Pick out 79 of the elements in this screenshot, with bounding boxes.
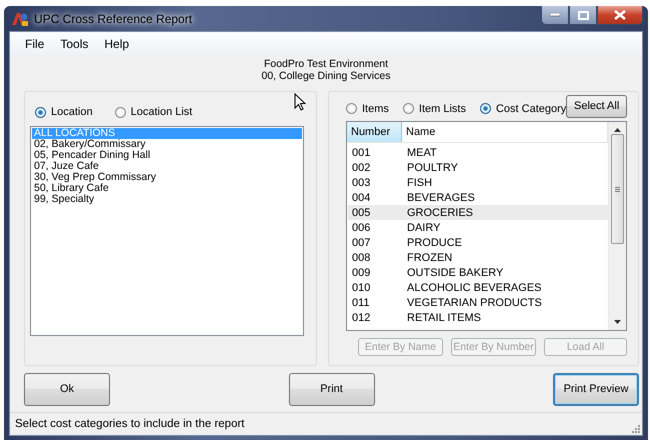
radio-indicator[interactable]: [35, 106, 46, 118]
location-list[interactable]: ALL LOCATIONS 02, Bakery/Commissary 05, Pencader Dining Hall 07, Juze Cafe 30, Veg Prep Commissary 50, Library Cafe 99, Specialty: [30, 126, 304, 336]
table-cell-text: VEGETARIAN PRODUCTS: [406, 296, 543, 308]
dialog-button[interactable]: Ok: [24, 372, 110, 406]
select-all-button[interactable]: Select All: [566, 94, 627, 118]
table-cell-text: FROZEN: [406, 252, 454, 264]
table-cell-text: 010: [351, 282, 372, 294]
table-row[interactable]: 006 DAIRY: [348, 220, 608, 235]
table-row[interactable]: 009 OUTSIDE BAKERY: [348, 265, 608, 280]
list-item[interactable]: 07, Juze Cafe: [32, 161, 302, 172]
close-button[interactable]: [597, 6, 643, 25]
dialog-button[interactable]: Print: [288, 372, 374, 406]
table-cell-text: GROCERIES: [406, 206, 474, 218]
window-title: UPC Cross Reference Report: [34, 12, 192, 26]
table-cell-text: DAIRY: [406, 222, 442, 234]
close-icon: [614, 10, 626, 20]
table-row[interactable]: 011 VEGETARIAN PRODUCTS: [348, 295, 608, 310]
table-cell-text: POULTRY: [406, 162, 459, 174]
table-cell-text: 007: [351, 236, 372, 248]
scroll-up-icon[interactable]: [614, 128, 621, 132]
table-cell-text: BEVERAGES: [406, 192, 476, 204]
list-item[interactable]: 02, Bakery/Commissary: [32, 139, 302, 150]
table-cell-text: 006: [351, 222, 372, 234]
radio-button[interactable]: Cost Category: [480, 102, 566, 114]
table-row[interactable]: 001 MEAT: [348, 145, 608, 160]
radio-button[interactable]: Location: [35, 104, 93, 120]
radio-indicator[interactable]: [402, 103, 414, 114]
table-cell-text: RETAIL ITEMS: [406, 312, 482, 324]
maximize-button[interactable]: [569, 6, 597, 25]
table-cell-text: 001: [351, 146, 372, 158]
list-item[interactable]: 99, Specialty: [32, 194, 302, 205]
scrollbar[interactable]: [608, 122, 626, 330]
table-cell-text: 008: [351, 252, 372, 264]
category-table[interactable]: Number Name 001 MEAT 002 POULTRY 003 FISH 004 BEVERAGES 005 GROCERIES 006 DAIRY 007 PRODUCE 008 FROZEN 009 OUTSIDE BAKERY 010 ALCOHOLIC BEVERAGES 011 VEGETARIAN PRODUCTS 012 RETAIL ITEMS: [346, 121, 627, 331]
list-item[interactable]: 50, Library Cafe: [32, 183, 302, 194]
radio-button[interactable]: Item Lists: [402, 102, 466, 114]
environment-label: FoodPro Test Environment: [264, 58, 388, 70]
table-row[interactable]: 004 BEVERAGES: [348, 190, 608, 205]
mouse-cursor-icon: [294, 93, 306, 111]
radio-indicator[interactable]: [346, 103, 357, 114]
unit-label: 00, College Dining Services: [262, 70, 390, 82]
table-cell-text: 002: [351, 162, 372, 174]
table-cell-text: 011: [351, 296, 371, 308]
status-text: Select cost categories to include in the report: [15, 418, 244, 430]
table-row[interactable]: 007 PRODUCE: [348, 235, 608, 250]
list-item[interactable]: 05, Pencader Dining Hall: [32, 150, 302, 161]
minimize-button[interactable]: [541, 6, 569, 25]
table-cell-text: MEAT: [406, 146, 438, 158]
table-cell-text: OUTSIDE BAKERY: [406, 266, 504, 278]
table-cell-text: 005: [351, 206, 372, 218]
menu-item[interactable]: File: [17, 36, 52, 50]
table-row[interactable]: 005 GROCERIES: [348, 205, 608, 220]
radio-indicator[interactable]: [114, 106, 126, 118]
maximize-icon: [578, 10, 588, 20]
table-row[interactable]: 003 FISH: [348, 175, 608, 190]
menu-item[interactable]: Help: [96, 36, 138, 50]
table-cell-text: PRODUCE: [406, 236, 464, 248]
table-row[interactable]: 002 POULTRY: [348, 160, 608, 175]
table-cell-text: ALCOHOLIC BEVERAGES: [406, 282, 542, 294]
scroll-thumb[interactable]: [611, 134, 624, 244]
table-cell-text: 012: [351, 312, 372, 324]
list-item[interactable]: 30, Veg Prep Commissary: [32, 172, 302, 183]
table-row[interactable]: 012 RETAIL ITEMS: [348, 310, 608, 325]
radio-button[interactable]: Items: [346, 102, 389, 114]
table-cell-text: FISH: [406, 176, 434, 188]
resize-grip-icon[interactable]: [631, 424, 640, 433]
table-row[interactable]: 010 ALCOHOLIC BEVERAGES: [348, 280, 608, 295]
table-cell-text: 004: [351, 192, 372, 204]
minimize-icon: [550, 13, 560, 17]
table-row[interactable]: 008 FROZEN: [348, 250, 608, 265]
column-header[interactable]: Number: [347, 122, 402, 142]
dialog-button[interactable]: Print Preview: [553, 372, 639, 406]
app-icon: [11, 10, 29, 26]
radio-indicator[interactable]: [480, 103, 491, 114]
table-cell-text: 003: [351, 176, 372, 188]
table-cell-text: 009: [351, 266, 372, 278]
menu-item[interactable]: Tools: [52, 36, 96, 50]
scroll-down-icon[interactable]: [614, 320, 621, 324]
radio-button[interactable]: Location List: [114, 104, 192, 120]
